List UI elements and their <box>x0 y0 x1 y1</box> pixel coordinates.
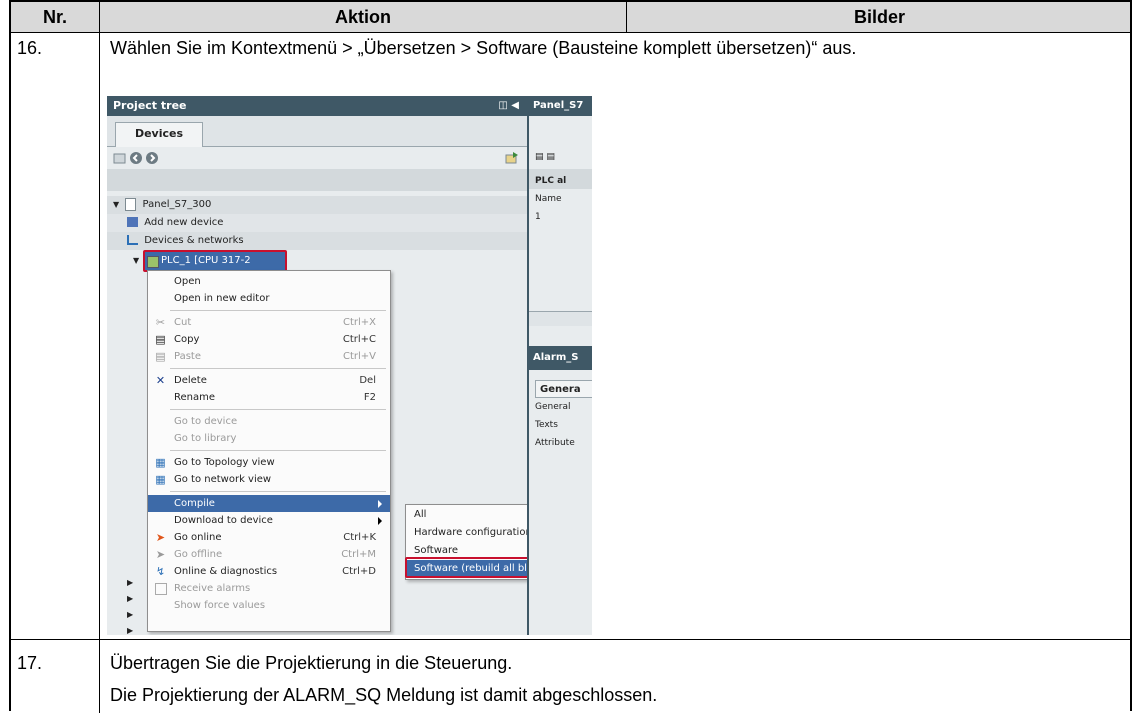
network-icon <box>127 235 138 245</box>
tree-item-add-device[interactable]: Add new device <box>127 214 223 232</box>
menu-separator <box>170 450 386 451</box>
inspector-title: Alarm_S <box>529 346 592 370</box>
menu-separator <box>170 409 386 410</box>
col-divider <box>99 2 100 32</box>
tia-screenshot: Project tree ◫ ◀ Devices ▼ Panel_S7_300 … <box>107 96 592 635</box>
menu-item-go-to-library[interactable]: Go to library <box>148 430 390 447</box>
go-online-icon: ➤ <box>155 531 166 544</box>
tree-item-label: Panel_S7_300 <box>142 199 212 210</box>
col-divider <box>99 32 100 713</box>
menu-item-rename[interactable]: Rename F2 <box>148 389 390 406</box>
go-offline-icon: ➤ <box>155 548 166 561</box>
project-icon <box>125 197 137 211</box>
scrollbar[interactable] <box>529 311 592 326</box>
forward-icon[interactable] <box>145 151 159 165</box>
tab-bar: Devices <box>107 116 527 147</box>
project-tree-titlebar: Project tree ◫ ◀ <box>107 96 527 116</box>
expand-arrow-icon[interactable]: ▶ <box>127 626 133 635</box>
tree-item-devices-networks[interactable]: Devices & networks <box>127 232 244 250</box>
submenu-arrow-icon <box>378 517 382 525</box>
collapse-icon[interactable]: ◫ ◀ <box>498 96 519 116</box>
menu-item-go-online[interactable]: ➤ Go online Ctrl+K <box>148 529 390 546</box>
menu-item-download[interactable]: Download to device <box>148 512 390 529</box>
refresh-icon[interactable] <box>505 151 519 165</box>
context-menu: Open Open in new editor ✂ Cut Ctrl+X ▤ Copy… <box>147 270 391 632</box>
submenu-arrow-icon <box>378 500 382 508</box>
menu-item-compile[interactable]: Compile <box>148 495 390 512</box>
row-divider <box>11 32 1132 33</box>
back-icon[interactable] <box>129 151 143 165</box>
network-icon: ▦ <box>155 473 166 486</box>
cut-icon: ✂ <box>155 316 166 329</box>
menu-item-show-force-values[interactable]: Show force values <box>148 597 390 614</box>
tree-item-label: Devices & networks <box>144 235 244 246</box>
table-header: Nr. Aktion Bilder <box>11 2 1130 33</box>
tree-toolbar <box>107 147 527 169</box>
editor-title: Panel_S7 <box>529 96 592 116</box>
copy-icon: ▤ <box>155 333 166 346</box>
step-number: 16. <box>17 38 43 58</box>
header-bilder: Bilder <box>853 7 905 27</box>
expand-arrow-icon[interactable]: ▶ <box>127 610 133 619</box>
menu-separator <box>170 491 386 492</box>
tree-item-label: Add new device <box>144 217 224 228</box>
menu-item-network-view[interactable]: ▦ Go to network view <box>148 471 390 488</box>
topology-icon: ▦ <box>155 456 166 469</box>
header-aktion: Aktion <box>335 7 391 27</box>
inspector-item[interactable]: General <box>535 402 570 412</box>
row-divider <box>11 639 1132 640</box>
delete-icon: ✕ <box>155 374 166 387</box>
expand-arrow-icon[interactable]: ▼ <box>113 200 119 209</box>
toolbar-icons: ▤ ▤ <box>535 152 555 162</box>
checkbox-icon <box>155 583 167 595</box>
header-nr: Nr. <box>42 7 67 27</box>
highlight-box <box>143 250 287 272</box>
tab-general[interactable]: Genera <box>535 380 592 398</box>
tree-item-project[interactable]: ▼ Panel_S7_300 <box>113 196 211 214</box>
menu-item-open[interactable]: Open <box>148 273 390 290</box>
expand-arrow-icon[interactable]: ▶ <box>127 578 133 587</box>
paste-icon: ▤ <box>155 350 166 363</box>
tab-devices[interactable]: Devices <box>115 122 203 147</box>
menu-item-cut[interactable]: ✂ Cut Ctrl+X <box>148 314 390 331</box>
menu-item-online-diagnostics[interactable]: ↯ Online & diagnostics Ctrl+D <box>148 563 390 580</box>
menu-item-open-new-editor[interactable]: Open in new editor <box>148 290 390 307</box>
inspector-item[interactable]: Texts <box>535 420 558 430</box>
menu-item-delete[interactable]: ✕ Delete Del <box>148 372 390 389</box>
column-name: Name <box>535 194 562 204</box>
col-divider <box>626 2 627 32</box>
step-instruction-line2: Die Projektierung der ALARM_SQ Meldung i… <box>110 685 658 705</box>
project-tree-title: Project tree <box>113 99 187 112</box>
add-device-icon <box>127 217 138 227</box>
menu-item-copy[interactable]: ▤ Copy Ctrl+C <box>148 331 390 348</box>
plc-alarms-label: PLC al <box>535 176 567 186</box>
menu-item-receive-alarms[interactable]: Receive alarms <box>148 580 390 597</box>
tree-header-band <box>107 169 527 191</box>
step-number: 17. <box>17 653 43 673</box>
step-instruction: Wählen Sie im Kontextmenü > „Übersetzen … <box>110 38 857 58</box>
expand-arrow-icon[interactable]: ▼ <box>133 256 139 265</box>
inspector-item[interactable]: Attribute <box>535 438 575 448</box>
menu-separator <box>170 368 386 369</box>
step-instruction-line1: Übertragen Sie die Projektierung in die … <box>110 653 513 673</box>
menu-item-go-offline[interactable]: ➤ Go offline Ctrl+M <box>148 546 390 563</box>
menu-item-paste[interactable]: ▤ Paste Ctrl+V <box>148 348 390 365</box>
menu-separator <box>170 310 386 311</box>
editor-panel: Panel_S7 ▤ ▤ PLC al Name 1 Alarm_S Gener… <box>527 96 592 635</box>
expand-arrow-icon[interactable]: ▶ <box>127 594 133 603</box>
menu-item-topology-view[interactable]: ▦ Go to Topology view <box>148 454 390 471</box>
new-folder-icon[interactable] <box>113 151 127 165</box>
row-number: 1 <box>535 212 541 222</box>
menu-item-go-to-device[interactable]: Go to device <box>148 413 390 430</box>
diagnostics-icon: ↯ <box>155 565 166 578</box>
